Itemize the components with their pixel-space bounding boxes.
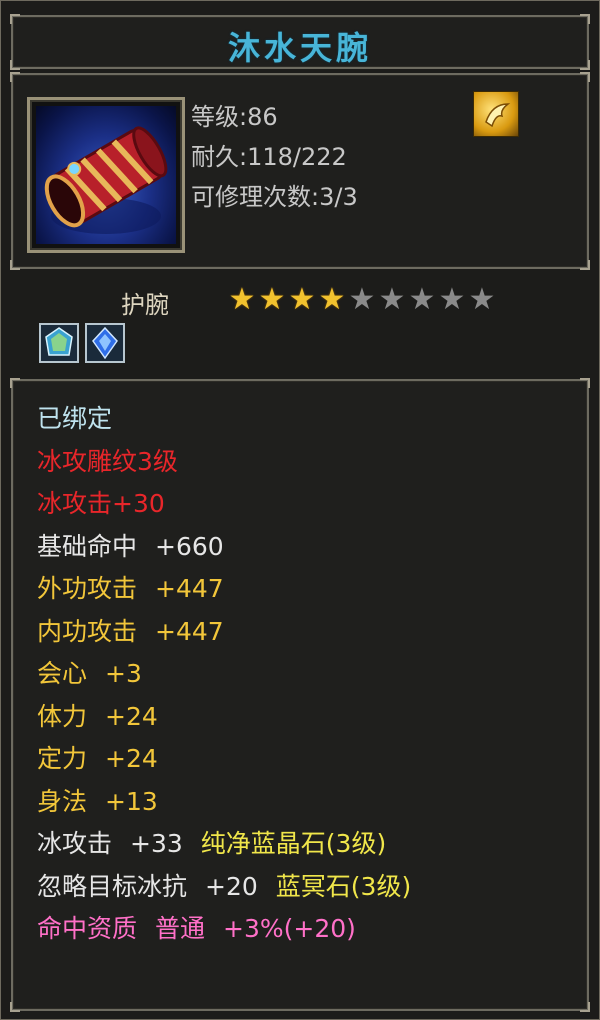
title-panel: 沐水天腕	[10, 14, 590, 70]
attribute-line: 已绑定	[37, 399, 130, 435]
star-empty-icon: ★	[438, 282, 466, 317]
star-rating: ★ ★ ★ ★ ★ ★ ★ ★ ★	[227, 283, 497, 317]
attribute-text: +33	[130, 829, 183, 858]
attribute-text: +660	[155, 531, 224, 561]
attribute-text: 基础命中	[37, 531, 138, 561]
attribute-line: 体力 +24	[37, 697, 176, 733]
item-icon-frame[interactable]	[27, 97, 185, 253]
attribute-text: +20	[205, 871, 258, 901]
attribute-line: 内功攻击 +447	[37, 612, 242, 648]
attribute-text: 冰攻击+30	[37, 489, 165, 518]
attribute-text: 普通	[155, 914, 206, 943]
item-durability: 耐久:118/222	[191, 143, 347, 171]
attribute-text: +3%(+20)	[223, 914, 356, 943]
attribute-line: 冰攻雕纹3级	[37, 442, 196, 478]
attribute-text: 体力	[37, 701, 88, 731]
blue-gem-icon[interactable]	[85, 323, 125, 363]
bracer-icon	[36, 106, 176, 244]
attribute-text: 内功攻击	[37, 616, 138, 646]
attribute-line: 定力 +24	[37, 739, 176, 775]
attribute-line: 基础命中 +660	[37, 527, 242, 563]
attribute-text: +24	[105, 744, 158, 773]
item-level: 等级:86	[191, 103, 278, 131]
attribute-line: 命中资质 普通 +3%(+20)	[37, 909, 374, 945]
attribute-text: 身法	[37, 786, 88, 816]
star-empty-icon: ★	[468, 282, 496, 317]
attribute-line: 冰攻击 +33 纯净蓝晶石(3级)	[37, 824, 404, 860]
star-filled-icon: ★	[228, 282, 256, 317]
green-gem-icon[interactable]	[39, 323, 79, 363]
star-empty-icon: ★	[348, 282, 376, 317]
attribute-text: 定力	[37, 744, 88, 773]
attribute-text: 外功攻击	[37, 574, 138, 603]
star-empty-icon: ★	[408, 282, 436, 317]
attribute-text: 蓝冥石(3级)	[275, 871, 412, 901]
attribute-text: +24	[105, 701, 158, 731]
attribute-text: 忽略目标冰抗	[37, 871, 188, 901]
slot-type: 护腕	[121, 291, 169, 319]
rune-icon	[473, 91, 519, 137]
attribute-line: 身法 +13	[37, 782, 176, 818]
attribute-text: 会心	[37, 659, 88, 688]
attribute-text: +3	[105, 659, 142, 688]
star-empty-icon: ★	[378, 282, 406, 317]
attribute-text: +447	[155, 574, 224, 603]
attribute-line: 外功攻击 +447	[37, 569, 242, 605]
attribute-line: 忽略目标冰抗 +20 蓝冥石(3级)	[37, 867, 429, 903]
attribute-text: 冰攻雕纹3级	[37, 446, 178, 476]
slot-row: 护腕 ★ ★ ★ ★ ★ ★ ★ ★ ★	[11, 277, 589, 373]
attribute-text: +447	[155, 616, 224, 646]
attribute-text: 纯净蓝晶石(3级)	[200, 829, 387, 858]
attributes-panel: 已绑定冰攻雕纹3级 冰攻击+30 基础命中 +660 外功攻击 +447 内功攻击 +447 会…	[10, 378, 590, 1012]
attribute-text: 命中资质	[37, 914, 138, 943]
star-filled-icon: ★	[258, 282, 286, 317]
item-tooltip: 沐水天腕 等级:86 耐久:118/222 可修理次数:3/3 护腕 ★ ★ ★…	[0, 0, 600, 1020]
attribute-text: +13	[105, 786, 158, 816]
item-repair-count: 可修理次数:3/3	[191, 183, 358, 211]
item-summary-panel: 等级:86 耐久:118/222 可修理次数:3/3	[10, 72, 590, 270]
attribute-text: 已绑定	[37, 404, 113, 433]
attribute-line: 会心 +3	[37, 654, 160, 690]
item-name: 沐水天腕	[227, 29, 372, 67]
star-filled-icon: ★	[318, 282, 346, 317]
attribute-text: 冰攻击	[37, 829, 113, 858]
star-filled-icon: ★	[288, 282, 316, 317]
attribute-line: 冰攻击+30	[37, 484, 183, 520]
